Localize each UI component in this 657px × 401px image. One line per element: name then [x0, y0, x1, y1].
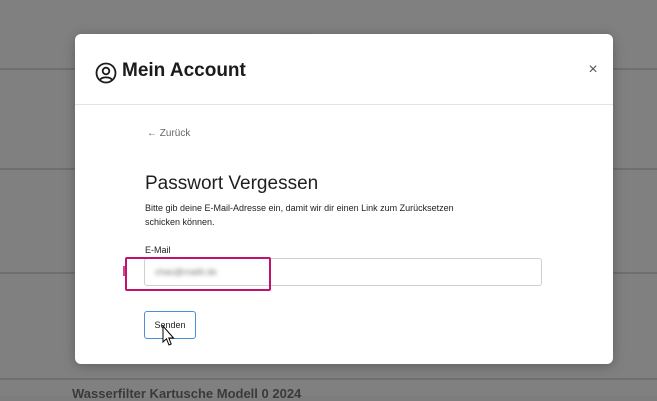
email-value: chas@mailit.de — [155, 267, 217, 277]
modal-title: Mein Account — [122, 60, 246, 81]
email-label: E-Mail — [145, 245, 171, 255]
account-modal: Mein Account × ← Zurück Passwort Vergess… — [75, 34, 613, 364]
mouse-pointer-icon — [162, 325, 175, 346]
background-product-title: Wasserfilter Kartusche Modell 0 2024 — [72, 386, 302, 401]
email-field[interactable]: chas@mailit.de — [144, 258, 542, 286]
close-icon[interactable]: × — [584, 61, 602, 79]
user-circle-icon — [95, 62, 117, 84]
background-divider — [0, 378, 657, 380]
page-title: Passwort Vergessen — [145, 173, 319, 194]
instruction-text: Bitte gib deine E-Mail-Adresse ein, dami… — [145, 203, 454, 227]
modal-header: Mein Account × — [75, 34, 613, 105]
back-link[interactable]: ← Zurück — [147, 128, 190, 139]
annotation-marker — [123, 266, 127, 276]
